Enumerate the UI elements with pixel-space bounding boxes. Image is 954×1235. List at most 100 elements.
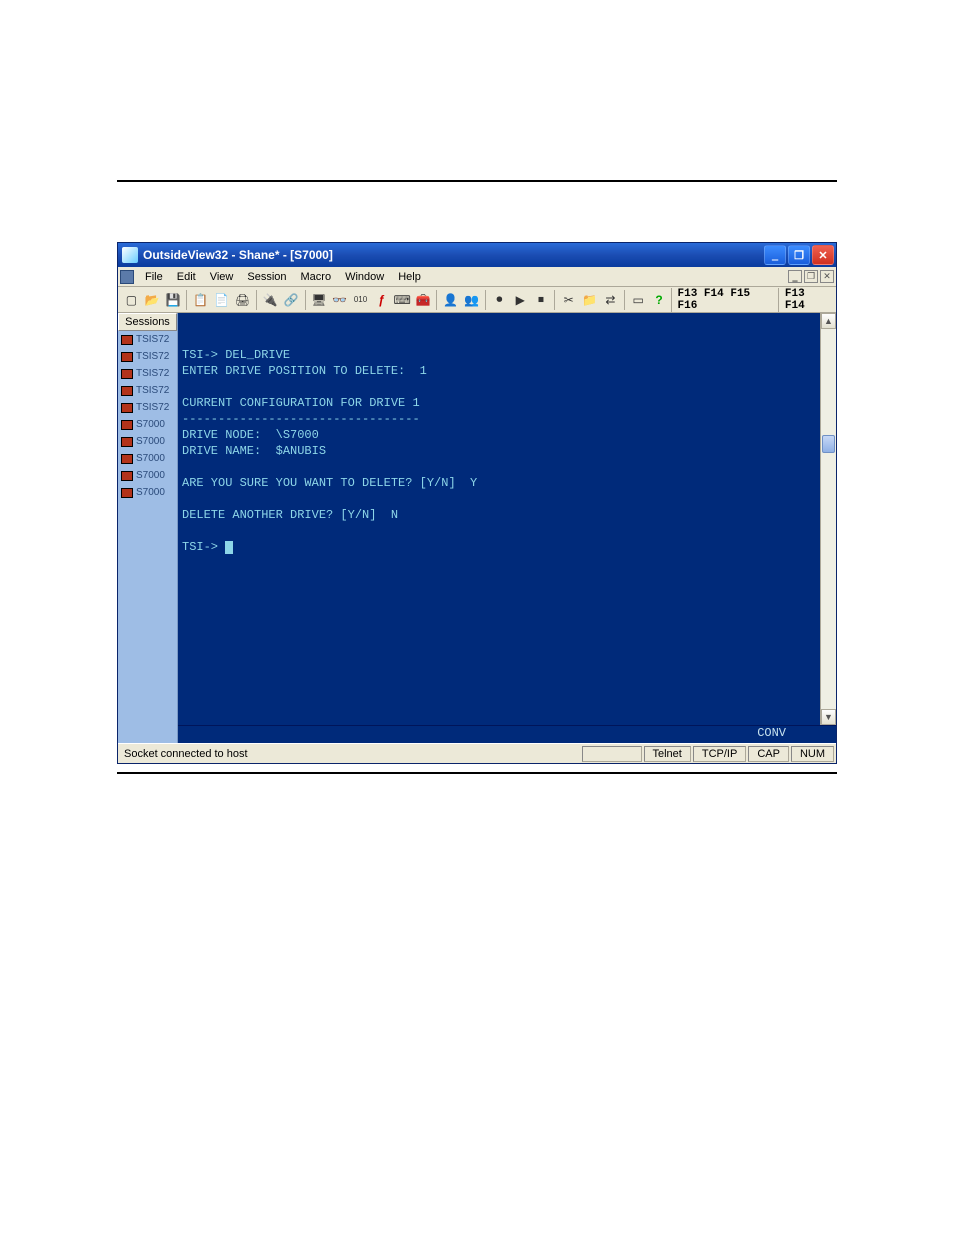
session-item[interactable]: TSIS72 [118, 365, 177, 382]
play-icon[interactable]: ▶ [511, 290, 530, 310]
page-rule-bottom [117, 772, 837, 774]
page-rule-top [117, 180, 837, 182]
menu-file[interactable]: File [138, 269, 170, 285]
app-window: OutsideView32 - Shane* - [S7000] ‗ ❐ ✕ F… [117, 242, 837, 764]
scroll-thumb[interactable] [822, 435, 835, 453]
menu-help[interactable]: Help [391, 269, 428, 285]
session-item[interactable]: S7000 [118, 450, 177, 467]
print-icon[interactable]: 🖨 [233, 290, 252, 310]
toolbar: ▢ 📂 💾 📋 📄 🖨 🔌 🔗 🖥 👓 010 ƒ ⌨ 🧰 👤 👥 ⏺ ▶ ⏹ … [118, 287, 836, 313]
session-label: S7000 [136, 470, 165, 481]
minimize-button[interactable]: ‗ [764, 245, 786, 265]
open-icon[interactable]: 📂 [143, 290, 162, 310]
terminal-session-icon [121, 420, 133, 430]
disconnect-icon[interactable]: 🔗 [282, 290, 301, 310]
mdi-minimize-button[interactable]: ‗ [788, 270, 802, 283]
mdi-restore-button[interactable]: ❐ [804, 270, 818, 283]
session-item[interactable]: TSIS72 [118, 331, 177, 348]
terminal-icon[interactable]: 🖥 [309, 290, 328, 310]
copy-icon[interactable]: 📋 [191, 290, 210, 310]
terminal-line: TSI-> [182, 539, 832, 555]
terminal-session-icon [121, 403, 133, 413]
session-label: TSIS72 [136, 368, 169, 379]
terminal-session-icon [121, 488, 133, 498]
scroll-down-icon[interactable]: ▼ [821, 709, 836, 725]
menu-session[interactable]: Session [240, 269, 293, 285]
session-label: TSIS72 [136, 334, 169, 345]
mdi-doc-icon[interactable] [120, 270, 134, 284]
session-item[interactable]: TSIS72 [118, 348, 177, 365]
terminal-line [182, 523, 832, 539]
glasses-icon[interactable]: 👓 [330, 290, 349, 310]
terminal-session-icon [121, 386, 133, 396]
session-label: TSIS72 [136, 402, 169, 413]
session-item[interactable]: TSIS72 [118, 399, 177, 416]
terminal-line [182, 491, 832, 507]
mdi-close-button[interactable]: ✕ [820, 270, 834, 283]
terminal-session-icon [121, 369, 133, 379]
help-icon[interactable]: ? [650, 290, 669, 310]
session-label: S7000 [136, 487, 165, 498]
session-item[interactable]: S7000 [118, 484, 177, 501]
user2-icon[interactable]: 👥 [462, 290, 481, 310]
window-buttons: ‗ ❐ ✕ [764, 245, 834, 265]
function-icon[interactable]: ƒ [372, 290, 391, 310]
scroll-track[interactable] [821, 329, 836, 709]
scroll-up-icon[interactable]: ▲ [821, 313, 836, 329]
session-item[interactable]: S7000 [118, 467, 177, 484]
window-icon[interactable]: ▭ [629, 290, 648, 310]
toolbox-icon[interactable]: 🧰 [414, 290, 433, 310]
session-label: S7000 [136, 436, 165, 447]
session-label: S7000 [136, 453, 165, 464]
terminal-status-line: CONV [178, 725, 836, 743]
main-area: Sessions TSIS72 TSIS72 TSIS72 TSIS72 TSIS72 S… [118, 313, 836, 743]
terminal-wrap: TSI-> DEL_DRIVEENTER DRIVE POSITION TO D… [178, 313, 836, 743]
session-item[interactable]: S7000 [118, 416, 177, 433]
toolbar-separator [305, 290, 306, 310]
session-item[interactable]: S7000 [118, 433, 177, 450]
terminal-session-icon [121, 454, 133, 464]
sessions-header[interactable]: Sessions [118, 313, 177, 331]
terminal-session-icon [121, 471, 133, 481]
terminal[interactable]: TSI-> DEL_DRIVEENTER DRIVE POSITION TO D… [178, 313, 836, 725]
terminal-session-icon [121, 335, 133, 345]
menu-edit[interactable]: Edit [170, 269, 203, 285]
user1-icon[interactable]: 👤 [441, 290, 460, 310]
fkey-group-1[interactable]: F13 F14 F15 F16 [671, 288, 770, 312]
vertical-scrollbar[interactable]: ▲ ▼ [820, 313, 836, 725]
session-item[interactable]: TSIS72 [118, 382, 177, 399]
toolbar-separator [436, 290, 437, 310]
binary-icon[interactable]: 010 [351, 290, 370, 310]
session-label: TSIS72 [136, 385, 169, 396]
toolbar-separator [554, 290, 555, 310]
toolbar-separator [485, 290, 486, 310]
keypad-icon[interactable]: ⌨ [393, 290, 412, 310]
menubar: File Edit View Session Macro Window Help… [118, 267, 836, 287]
save-icon[interactable]: 💾 [164, 290, 183, 310]
maximize-button[interactable]: ❐ [788, 245, 810, 265]
titlebar[interactable]: OutsideView32 - Shane* - [S7000] ‗ ❐ ✕ [118, 243, 836, 267]
cut-icon[interactable]: ✂ [559, 290, 578, 310]
folder-icon[interactable]: 📁 [580, 290, 599, 310]
menu-window[interactable]: Window [338, 269, 391, 285]
transfer-icon[interactable]: ⇄ [601, 290, 620, 310]
cursor-icon [225, 541, 233, 554]
record-icon[interactable]: ⏺ [490, 290, 509, 310]
status-pane-tcpip: TCP/IP [693, 746, 746, 762]
new-icon[interactable]: ▢ [122, 290, 141, 310]
session-list: TSIS72 TSIS72 TSIS72 TSIS72 TSIS72 S7000 S7000… [118, 331, 177, 501]
stop-icon[interactable]: ⏹ [532, 290, 551, 310]
status-pane-num: NUM [791, 746, 834, 762]
session-label: S7000 [136, 419, 165, 430]
menu-macro[interactable]: Macro [294, 269, 339, 285]
terminal-line: DELETE ANOTHER DRIVE? [Y/N] N [182, 507, 832, 523]
session-label: TSIS72 [136, 351, 169, 362]
close-button[interactable]: ✕ [812, 245, 834, 265]
menu-view[interactable]: View [203, 269, 241, 285]
connect-icon[interactable]: 🔌 [261, 290, 280, 310]
paste-icon[interactable]: 📄 [212, 290, 231, 310]
terminal-line [182, 379, 832, 395]
mdi-controls: ‗ ❐ ✕ [788, 270, 834, 283]
fkey-group-2[interactable]: F13 F14 [778, 288, 828, 312]
toolbar-separator [186, 290, 187, 310]
